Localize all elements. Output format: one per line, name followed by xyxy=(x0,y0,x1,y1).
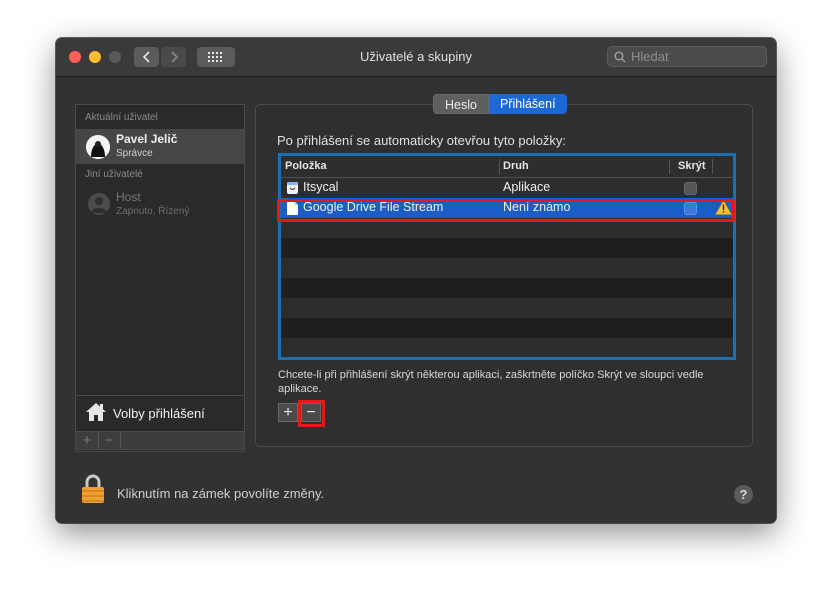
user-row-current[interactable]: Pavel Jelič Správce xyxy=(76,129,244,164)
tab-login-items[interactable]: Přihlášení xyxy=(488,94,567,114)
search-input[interactable]: Hledat xyxy=(607,46,767,67)
current-user-role: Správce xyxy=(116,148,153,159)
guest-user-status: Zapnuto, Řízený xyxy=(116,206,190,217)
empty-row xyxy=(281,338,733,357)
lock-icon[interactable] xyxy=(81,474,105,504)
guest-avatar xyxy=(88,193,110,215)
tab-bar: Heslo Přihlášení xyxy=(433,94,567,114)
highlight-selected-row xyxy=(277,199,735,222)
search-icon xyxy=(614,51,626,63)
tab-password[interactable]: Heslo xyxy=(433,94,489,114)
user-photo-icon xyxy=(86,135,110,159)
column-divider xyxy=(499,159,500,174)
search-placeholder: Hledat xyxy=(631,49,669,64)
login-items-intro: Po přihlášení se automaticky otevřou tyt… xyxy=(277,133,567,148)
title-bar: Uživatelé a skupiny Hledat xyxy=(56,38,776,77)
guest-user-name: Host xyxy=(116,190,141,204)
user-row-guest[interactable]: Host Zapnuto, Řízený xyxy=(76,187,244,222)
column-divider xyxy=(712,159,713,174)
current-user-name: Pavel Jelič xyxy=(116,132,178,146)
empty-row xyxy=(281,258,733,278)
row-item-kind: Aplikace xyxy=(503,180,551,194)
column-header-kind[interactable]: Druh xyxy=(503,160,529,172)
avatar xyxy=(86,135,110,159)
row-item-name: Itsycal xyxy=(303,180,339,194)
house-icon xyxy=(86,403,106,421)
guest-user-icon xyxy=(91,197,107,213)
column-header-hide[interactable]: Skrýt xyxy=(678,160,706,172)
column-divider xyxy=(669,159,670,174)
login-items-table: Položka Druh Skrýt Itsycal Aplikace Goog… xyxy=(278,153,736,360)
highlight-remove-button xyxy=(298,400,325,427)
login-options-label: Volby přihlášení xyxy=(113,406,205,421)
sidebar-toolbar: + − xyxy=(75,431,245,450)
login-options-button[interactable]: Volby přihlášení xyxy=(76,395,244,430)
hide-hint-text: Chcete-li při přihlášení skrýt některou … xyxy=(278,369,704,395)
itsycal-app-icon xyxy=(287,182,298,194)
add-user-button[interactable]: + xyxy=(76,432,99,449)
system-preferences-window: Uživatelé a skupiny Hledat Aktuální uživ… xyxy=(56,38,776,523)
add-login-item-button[interactable]: + xyxy=(278,403,298,422)
remove-user-button[interactable]: − xyxy=(98,432,121,449)
users-sidebar: Aktuální uživatel Pavel Jelič Správce Ji… xyxy=(75,104,245,452)
empty-row xyxy=(281,318,733,338)
table-header: Položka Druh Skrýt xyxy=(281,156,733,178)
lock-hint-text: Kliknutím na zámek povolíte změny. xyxy=(117,486,325,501)
table-row[interactable]: Itsycal Aplikace xyxy=(281,178,733,198)
empty-row xyxy=(281,238,733,258)
other-users-section-label: Jiní uživatelé xyxy=(85,169,143,180)
column-header-item[interactable]: Položka xyxy=(285,160,327,172)
help-button[interactable]: ? xyxy=(734,485,753,504)
empty-row xyxy=(281,278,733,298)
current-user-section-label: Aktuální uživatel xyxy=(85,112,158,123)
empty-row xyxy=(281,298,733,318)
hide-checkbox[interactable] xyxy=(684,182,697,195)
